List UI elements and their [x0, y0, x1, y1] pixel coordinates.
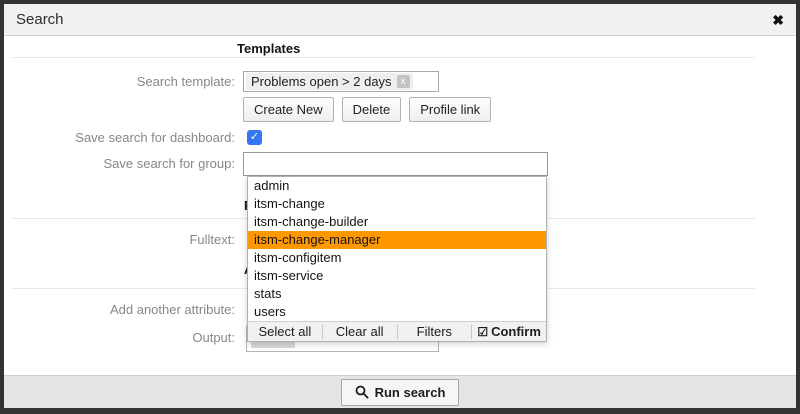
run-search-button[interactable]: Run search	[341, 379, 460, 406]
save-dashboard-label: Save search for dashboard:	[4, 130, 235, 145]
search-template-field[interactable]: Problems open > 2 days x	[243, 71, 439, 92]
dropdown-option-itsm-change[interactable]: itsm-change	[248, 195, 546, 213]
add-attribute-label: Add another attribute:	[4, 302, 235, 317]
confirm-label: Confirm	[491, 324, 541, 339]
clear-all-button[interactable]: Clear all	[322, 325, 397, 339]
templates-heading: Templates	[237, 41, 300, 56]
dropdown-option-itsm-configitem[interactable]: itsm-configitem	[248, 249, 546, 267]
save-group-input[interactable]	[243, 152, 548, 176]
section-divider	[12, 57, 755, 58]
close-icon[interactable]: ✖	[772, 13, 784, 27]
template-buttons-row: Create New Delete Profile link	[243, 97, 491, 122]
dialog-titlebar: Search ✖	[4, 4, 796, 36]
template-tag: Problems open > 2 days x	[246, 73, 413, 90]
confirm-button[interactable]: ☑Confirm	[471, 325, 546, 339]
run-search-label: Run search	[375, 385, 446, 400]
dialog-title: Search	[16, 11, 64, 28]
save-group-label: Save search for group:	[4, 156, 235, 171]
dropdown-option-stats[interactable]: stats	[248, 285, 546, 303]
select-all-button[interactable]: Select all	[248, 325, 322, 339]
profile-link-button[interactable]: Profile link	[409, 97, 491, 122]
create-new-button[interactable]: Create New	[243, 97, 334, 122]
dropdown-option-users[interactable]: users	[248, 303, 546, 321]
template-tag-label: Problems open > 2 days	[251, 74, 392, 89]
output-label: Output:	[4, 330, 235, 345]
dropdown-option-admin[interactable]: admin	[248, 177, 546, 195]
dialog-footer-bar: Run search	[4, 375, 796, 408]
dropdown-footer: Select all Clear all Filters ☑Confirm	[248, 321, 546, 341]
save-dashboard-checkbox[interactable]: ✓	[247, 130, 262, 145]
filters-button[interactable]: Filters	[397, 325, 472, 339]
fulltext-label: Fulltext:	[4, 232, 235, 247]
search-template-label: Search template:	[4, 74, 235, 89]
search-icon	[355, 385, 369, 399]
dropdown-option-itsm-change-manager[interactable]: itsm-change-manager	[248, 231, 546, 249]
checked-box-icon: ☑	[477, 325, 488, 339]
search-dialog: Search ✖ Templates Search template: Prob…	[0, 0, 800, 414]
delete-button[interactable]: Delete	[342, 97, 402, 122]
remove-tag-icon[interactable]: x	[397, 75, 410, 88]
group-dropdown-list: admin itsm-change itsm-change-builder it…	[247, 176, 547, 342]
dropdown-option-itsm-change-builder[interactable]: itsm-change-builder	[248, 213, 546, 231]
dropdown-option-itsm-service[interactable]: itsm-service	[248, 267, 546, 285]
